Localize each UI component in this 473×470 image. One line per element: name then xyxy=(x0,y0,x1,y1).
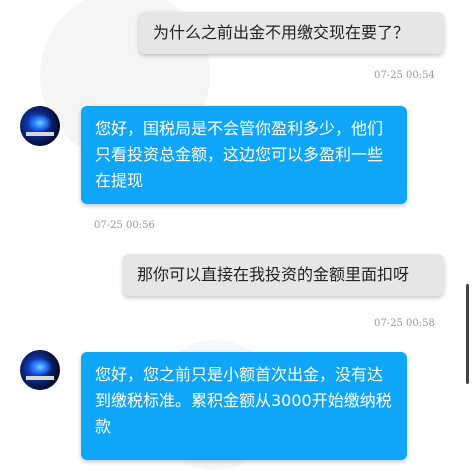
sent-message-bubble[interactable]: 为什么之前出金不用缴交现在要了？ xyxy=(139,12,444,54)
sent-message-bubble[interactable]: 那你可以直接在我投资的金额里面扣呀 xyxy=(123,254,444,296)
received-message-bubble[interactable]: 您好，您之前只是小额首次出金，没有达到缴税标准。累积金额从3000开始缴纳税款 xyxy=(81,352,407,460)
avatar-label-strip xyxy=(26,132,54,136)
message-timestamp: 07-25 00:56 xyxy=(94,220,155,231)
avatar-label-strip xyxy=(26,376,54,380)
message-timestamp: 07-25 00:58 xyxy=(374,318,435,329)
message-text: 您好，您之前只是小额首次出金，没有达到缴税标准。累积金额从3000开始缴纳税款 xyxy=(95,365,392,436)
received-message-bubble[interactable]: 您好，国税局是不会管你盈利多少，他们只看投资总金额，这边您可以多盈利一些在提现 xyxy=(81,106,407,204)
message-text: 为什么之前出金不用缴交现在要了？ xyxy=(153,23,410,42)
message-text: 那你可以直接在我投资的金额里面扣呀 xyxy=(137,265,410,284)
contact-avatar[interactable] xyxy=(20,106,60,146)
scrollbar[interactable] xyxy=(466,284,469,384)
contact-avatar[interactable] xyxy=(20,350,60,390)
avatar-logo-icon xyxy=(28,114,52,132)
message-text: 您好，国税局是不会管你盈利多少，他们只看投资总金额，这边您可以多盈利一些在提现 xyxy=(95,119,384,190)
message-timestamp: 07-25 00:54 xyxy=(374,70,435,81)
avatar-logo-icon xyxy=(28,358,52,376)
